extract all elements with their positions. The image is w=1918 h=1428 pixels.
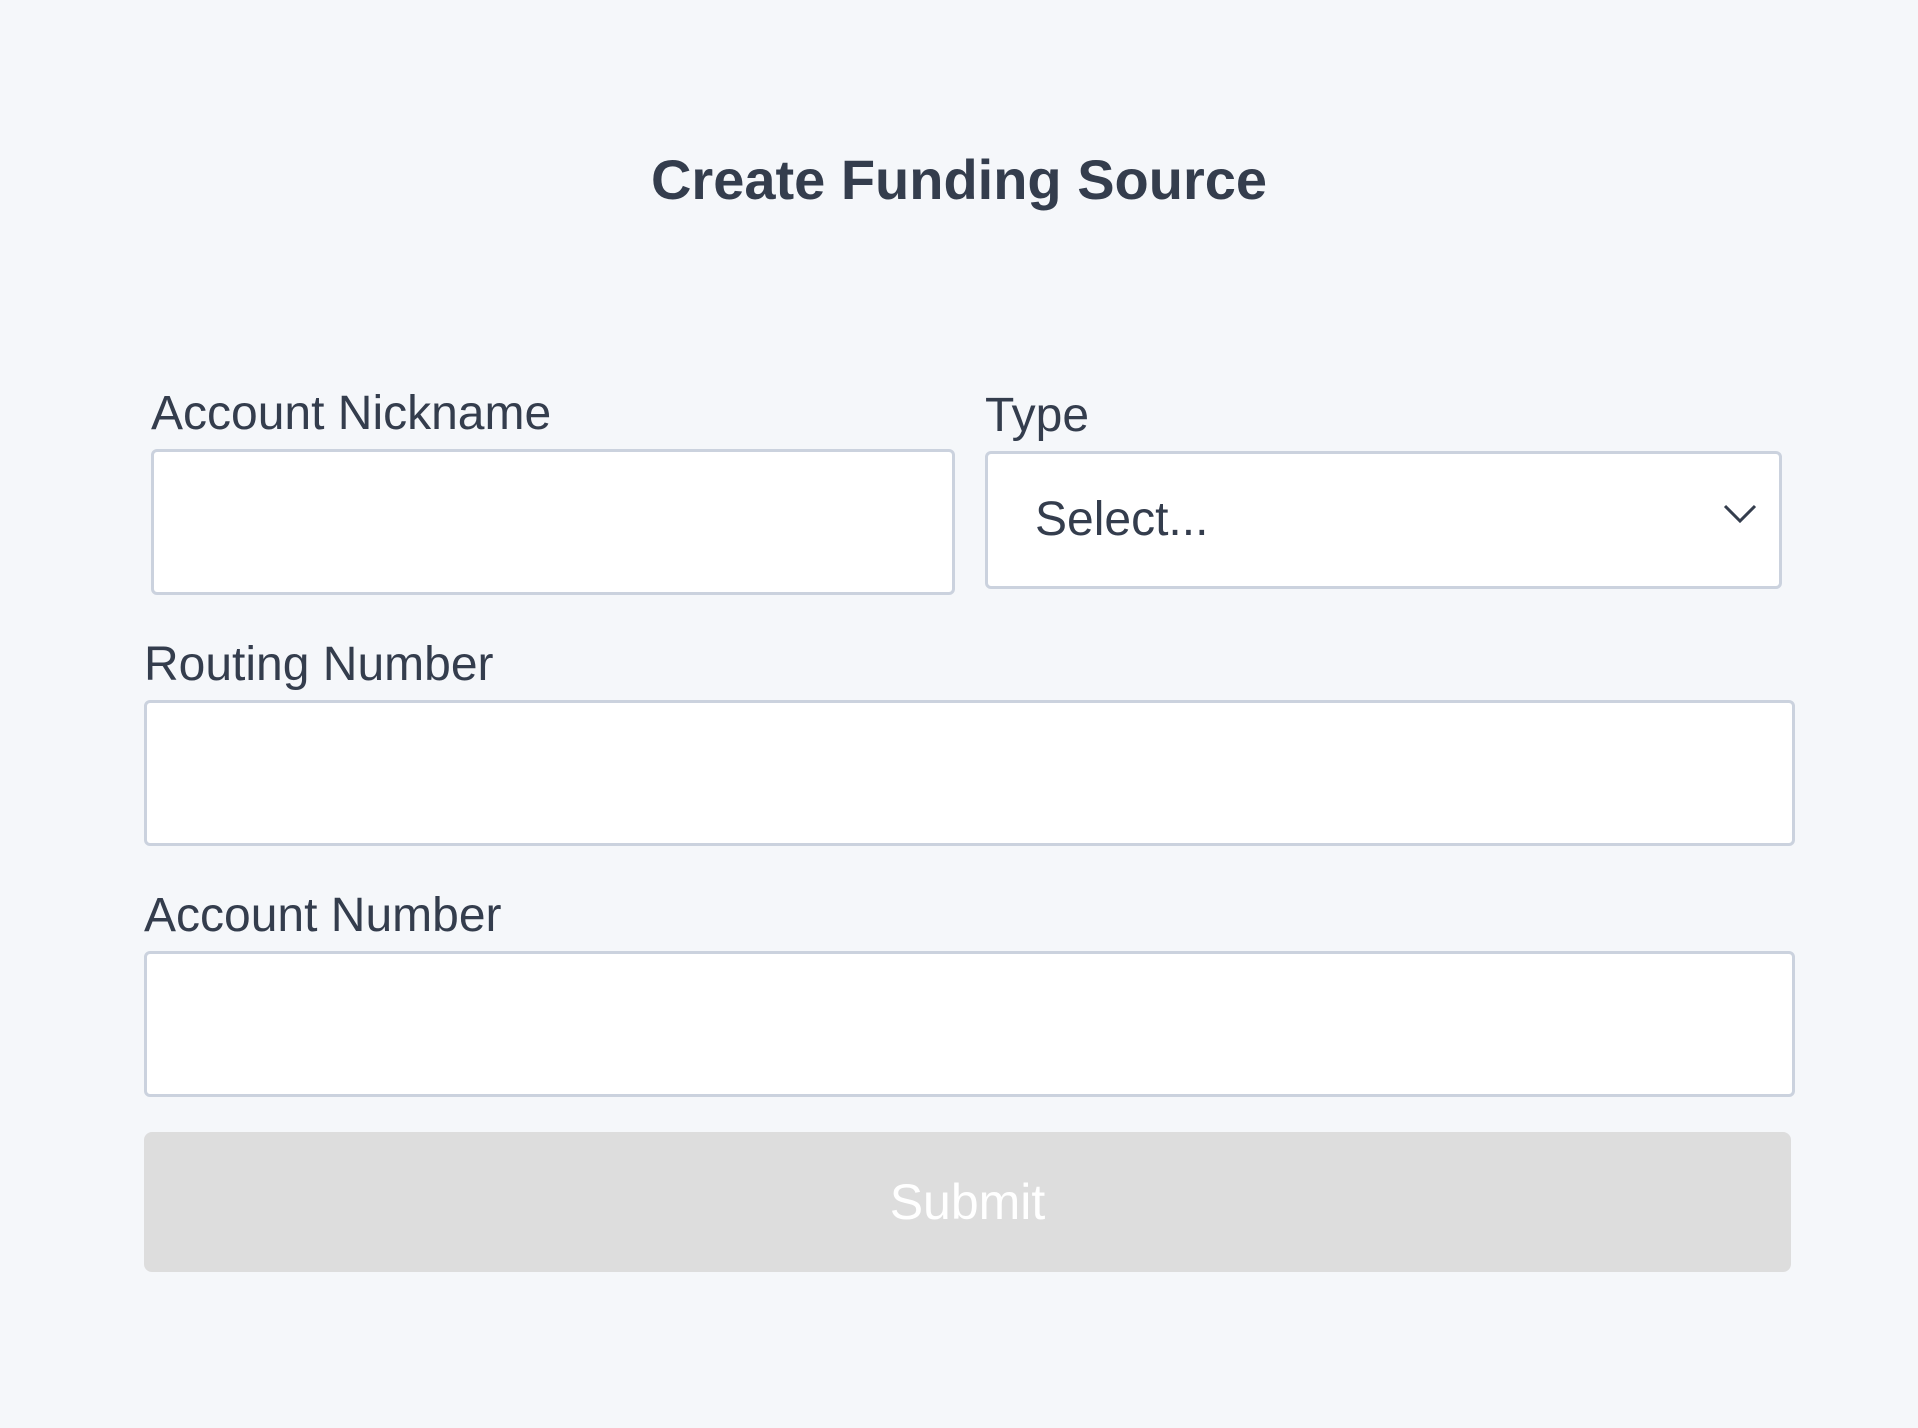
chevron-down-icon bbox=[1723, 504, 1757, 524]
routing-number-label: Routing Number bbox=[144, 638, 494, 691]
routing-number-input[interactable] bbox=[144, 700, 1795, 846]
account-number-input[interactable] bbox=[144, 951, 1795, 1097]
type-select-value: Select... bbox=[1035, 493, 1209, 546]
type-label: Type bbox=[985, 389, 1090, 442]
account-number-label: Account Number bbox=[144, 889, 502, 942]
account-nickname-input[interactable] bbox=[151, 449, 955, 595]
submit-button[interactable]: Submit bbox=[144, 1132, 1791, 1272]
type-select[interactable]: Select... bbox=[985, 451, 1782, 589]
account-nickname-label: Account Nickname bbox=[151, 387, 552, 440]
page-title: Create Funding Source bbox=[650, 148, 1268, 211]
